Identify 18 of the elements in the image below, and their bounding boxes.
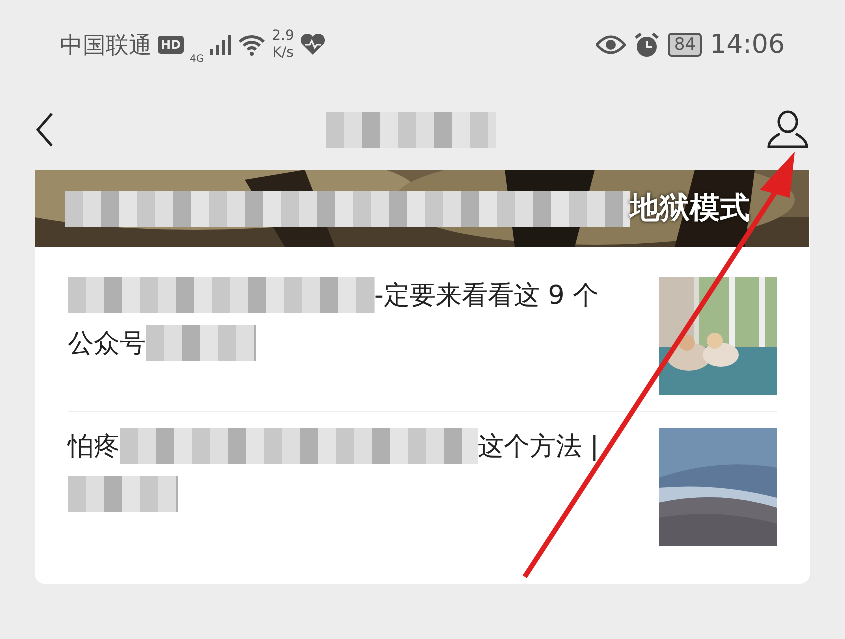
back-icon[interactable] (35, 112, 55, 148)
headline-text: 公众号 (68, 328, 146, 360)
speed-value: 2.9 (272, 28, 294, 45)
carrier-name: 中国联通 (60, 32, 152, 60)
wifi-icon (238, 34, 266, 56)
clock-time: 14:06 (710, 30, 785, 60)
headline-text: -定要来看看这 9 个 (374, 280, 599, 312)
eye-icon (596, 35, 626, 55)
headline-text: 怕疼 (68, 430, 120, 464)
signal-icon (210, 35, 232, 55)
hd-badge: HD (158, 36, 184, 54)
alarm-icon (634, 32, 660, 58)
heart-icon (300, 34, 326, 56)
battery-level: 84 (668, 33, 702, 57)
headline-text: 这个方法 | (478, 430, 599, 464)
network-type: 4G (190, 54, 204, 64)
profile-icon[interactable] (766, 110, 810, 150)
speed-unit: K/s (272, 45, 294, 62)
